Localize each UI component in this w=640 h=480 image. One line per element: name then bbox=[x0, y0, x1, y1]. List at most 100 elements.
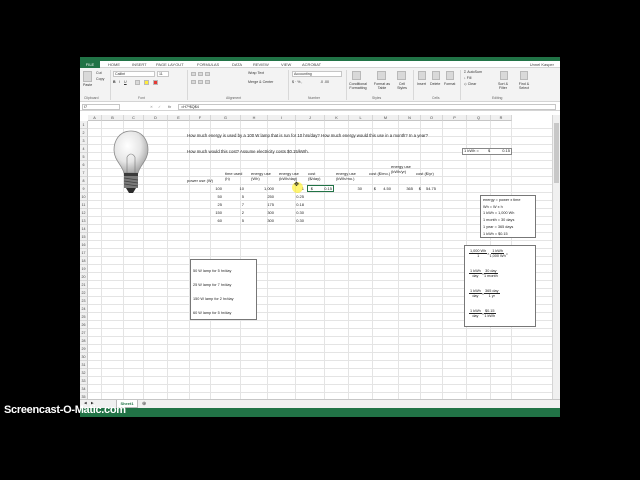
cut-button[interactable]: Cut bbox=[96, 71, 102, 75]
tab-acrobat[interactable]: ACROBAT bbox=[302, 62, 321, 67]
table-cell-power[interactable]: 150 bbox=[204, 210, 222, 215]
clear-button[interactable]: ◇ Clear bbox=[464, 82, 476, 86]
header-cost-yr[interactable]: cost ($/yr) bbox=[416, 171, 434, 176]
table-cell-kwh-mo[interactable]: 30 bbox=[340, 186, 362, 191]
tab-formulas[interactable]: FORMULAS bbox=[197, 62, 219, 67]
worksheet-grid[interactable]: ABCDEFGHIJKLMNOPQR 1 2 3 4 5 6 7 8 9 10 11 12 13 14 15… bbox=[80, 115, 552, 401]
insert-cells-icon[interactable] bbox=[418, 71, 426, 80]
underline-button[interactable]: U bbox=[124, 80, 127, 84]
conditional-formatting-button[interactable]: Conditional Formatting bbox=[346, 82, 370, 90]
column-header[interactable]: F bbox=[190, 115, 211, 121]
row-header[interactable]: 28 bbox=[80, 337, 88, 345]
row-header[interactable]: 4 bbox=[80, 145, 88, 153]
row-header[interactable]: 31 bbox=[80, 361, 88, 369]
user-name[interactable]: Unnel Kasper bbox=[530, 62, 554, 67]
row-header[interactable]: 32 bbox=[80, 369, 88, 377]
column-header[interactable]: E bbox=[168, 115, 190, 121]
row-header[interactable]: 3 bbox=[80, 137, 88, 145]
sort-filter-button[interactable]: Sort & Filter bbox=[495, 82, 511, 90]
currency-button[interactable]: $ · % , bbox=[292, 80, 302, 84]
row-header[interactable]: 20 bbox=[80, 273, 88, 281]
column-header[interactable]: L bbox=[349, 115, 373, 121]
table-cell-power[interactable]: 100 bbox=[204, 186, 222, 191]
row-header[interactable]: 19 bbox=[80, 265, 88, 273]
row-header[interactable]: 6 bbox=[80, 161, 88, 169]
delete-button[interactable]: Delete bbox=[430, 82, 440, 86]
add-sheet-icon[interactable]: ⊕ bbox=[142, 401, 146, 407]
header-cost-mo[interactable]: cost ($/mo.) bbox=[369, 171, 391, 176]
find-select-icon[interactable] bbox=[520, 71, 528, 80]
align-bottom-icon[interactable] bbox=[205, 72, 210, 76]
table-cell-wh[interactable]: 175 bbox=[256, 202, 274, 207]
column-header[interactable]: N bbox=[399, 115, 421, 121]
align-middle-icon[interactable] bbox=[198, 72, 203, 76]
find-select-button[interactable]: Find & Select bbox=[515, 82, 533, 90]
fill-button[interactable]: ↓ Fill bbox=[464, 76, 471, 80]
row-header[interactable]: 10 bbox=[80, 193, 88, 201]
insert-button[interactable]: Insert bbox=[417, 82, 426, 86]
notes-box[interactable]: energy = power x time Wh = W x h 1 kWh = 1… bbox=[480, 195, 536, 238]
row-header[interactable]: 15 bbox=[80, 233, 88, 241]
row-header[interactable]: 18 bbox=[80, 257, 88, 265]
tab-page-layout[interactable]: PAGE LAYOUT bbox=[156, 62, 184, 67]
paste-button[interactable]: Paste bbox=[83, 83, 92, 87]
column-header[interactable]: B bbox=[102, 115, 124, 121]
enter-icon[interactable]: ✓ bbox=[158, 105, 161, 109]
tab-insert[interactable]: INSERT bbox=[132, 62, 147, 67]
header-energy-kwh-day[interactable]: energy use (kWh/day) bbox=[279, 171, 307, 181]
align-center-icon[interactable] bbox=[198, 80, 203, 84]
cell-styles-icon[interactable] bbox=[397, 71, 406, 80]
table-cell-time[interactable]: 5 bbox=[230, 194, 244, 199]
conversion-box[interactable]: 1,000 Wh 1 × 1 kWh 1,000 Wh = 1 kWh day × 30 … bbox=[464, 245, 536, 327]
decimal-buttons[interactable]: .0 .00 bbox=[320, 80, 329, 84]
insert-function-icon[interactable]: fx bbox=[168, 104, 171, 109]
column-header[interactable]: K bbox=[325, 115, 349, 121]
format-button[interactable]: Format bbox=[444, 82, 455, 86]
align-top-icon[interactable] bbox=[191, 72, 196, 76]
delete-cells-icon[interactable] bbox=[432, 71, 440, 80]
column-header[interactable]: A bbox=[88, 115, 102, 121]
copy-button[interactable]: Copy bbox=[96, 77, 104, 81]
conditional-formatting-icon[interactable] bbox=[352, 71, 361, 80]
lamp-list-box[interactable]: 50 W lamp for 5 hr/day 25 W lamp for 7 hr… bbox=[190, 259, 257, 320]
row-header[interactable]: 22 bbox=[80, 289, 88, 297]
row-header[interactable]: 17 bbox=[80, 249, 88, 257]
question-cost-text[interactable]: How much would this cost? Assume electri… bbox=[187, 149, 309, 154]
row-header[interactable]: 14 bbox=[80, 225, 88, 233]
fill-color-icon[interactable] bbox=[144, 80, 149, 85]
formula-input[interactable]: =H7*$Q$4 bbox=[178, 104, 556, 110]
header-cost-day[interactable]: cost ($/day) bbox=[308, 171, 328, 181]
tab-review[interactable]: REVIEW bbox=[253, 62, 269, 67]
column-header[interactable]: I bbox=[268, 115, 296, 121]
scroll-thumb[interactable] bbox=[554, 123, 559, 183]
header-energy-wh[interactable]: energy use (Wh) bbox=[251, 171, 275, 181]
column-header[interactable]: P bbox=[443, 115, 467, 121]
table-cell-cost-mo-cur[interactable]: $ bbox=[372, 186, 376, 191]
column-header[interactable]: H bbox=[241, 115, 268, 121]
active-cell[interactable] bbox=[307, 185, 334, 192]
table-cell-wh[interactable]: 300 bbox=[256, 218, 274, 223]
row-header[interactable]: 33 bbox=[80, 377, 88, 385]
row-header[interactable]: 34 bbox=[80, 385, 88, 393]
font-color-icon[interactable] bbox=[153, 80, 158, 85]
header-time[interactable]: time used (h) bbox=[225, 171, 243, 181]
font-name-select[interactable]: Calibri bbox=[113, 71, 155, 77]
format-cells-icon[interactable] bbox=[446, 71, 454, 80]
sort-filter-icon[interactable] bbox=[500, 71, 508, 80]
row-header[interactable]: 30 bbox=[80, 353, 88, 361]
align-left-icon[interactable] bbox=[191, 80, 196, 84]
row-header[interactable]: 5 bbox=[80, 153, 88, 161]
table-cell-time[interactable]: 5 bbox=[230, 218, 244, 223]
tab-file[interactable]: FILE bbox=[80, 61, 100, 68]
name-box[interactable]: I7 bbox=[82, 104, 120, 110]
row-header[interactable]: 27 bbox=[80, 329, 88, 337]
row-header[interactable]: 7 bbox=[80, 169, 88, 177]
row-header[interactable]: 16 bbox=[80, 241, 88, 249]
format-table-icon[interactable] bbox=[377, 71, 386, 80]
bold-button[interactable]: B bbox=[113, 80, 116, 84]
merge-center-button[interactable]: Merge & Center bbox=[248, 80, 273, 84]
tab-data[interactable]: DATA bbox=[232, 62, 242, 67]
table-cell-wh[interactable]: 1,000 bbox=[256, 186, 274, 191]
tab-view[interactable]: VIEW bbox=[281, 62, 291, 67]
table-cell-cost-yr-cur[interactable]: $ bbox=[417, 186, 421, 191]
